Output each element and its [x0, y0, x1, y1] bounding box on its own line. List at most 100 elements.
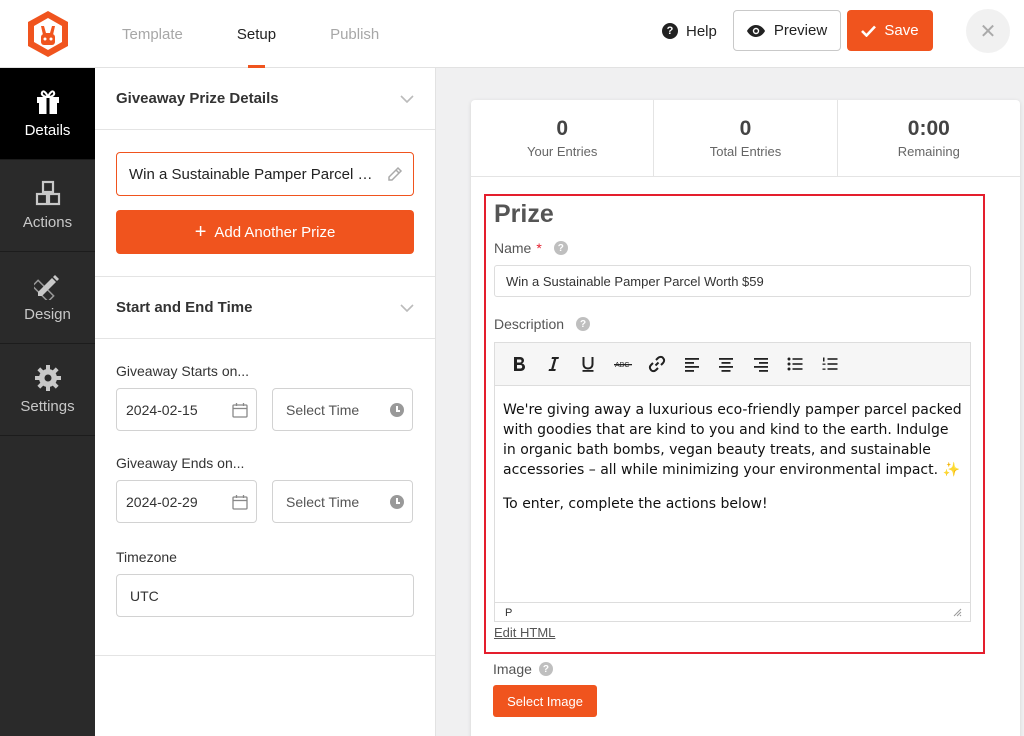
element-path: P: [505, 606, 513, 619]
timezone-select[interactable]: UTC: [116, 574, 414, 617]
prize-name-field[interactable]: Win a Sustainable Pamper Parcel Worth $5…: [116, 152, 414, 196]
image-label-text: Image: [493, 661, 532, 677]
tab-setup[interactable]: Setup: [210, 0, 303, 68]
rich-text-editor: ABC We're giving away a luxurious eco-fr…: [494, 342, 971, 622]
sidebar-item-label: Design: [24, 306, 71, 323]
align-left-button[interactable]: [675, 349, 710, 379]
description-label-text: Description: [494, 316, 565, 332]
cubes-icon: [35, 180, 60, 206]
close-icon: ✕: [979, 20, 997, 43]
add-prize-label: Add Another Prize: [214, 223, 336, 241]
help-link[interactable]: ? Help: [662, 18, 717, 44]
stat-remaining: 0:00 Remaining: [838, 100, 1020, 176]
eye-icon: [746, 24, 765, 37]
timezone-label: Timezone: [116, 549, 177, 565]
close-button[interactable]: ✕: [966, 9, 1010, 53]
prize-name-value: Win a Sustainable Pamper Parcel Worth $5…: [129, 165, 379, 183]
stat-your-entries: 0 Your Entries: [471, 100, 655, 176]
help-icon[interactable]: ?: [553, 241, 568, 255]
pencil-icon[interactable]: [387, 166, 403, 182]
start-date-input[interactable]: 2024-02-15: [116, 388, 257, 431]
align-left-icon: [684, 358, 699, 372]
tab-publish[interactable]: Publish: [303, 0, 406, 68]
end-time-input[interactable]: Select Time: [272, 480, 413, 523]
align-center-button[interactable]: [709, 349, 744, 379]
end-date-value: 2024-02-29: [126, 493, 198, 510]
link-button[interactable]: [640, 349, 675, 379]
clock-icon: [390, 402, 404, 417]
question-circle-icon: ?: [662, 23, 678, 39]
prize-details-header[interactable]: Giveaway Prize Details: [95, 68, 435, 130]
timezone-value: UTC: [130, 587, 159, 604]
prize-editor-highlight: Prize Name * ? Win a Sustainable Pamper …: [484, 194, 985, 654]
editor-content[interactable]: We're giving away a luxurious eco-friend…: [495, 386, 970, 602]
start-end-time-body: Giveaway Starts on... 2024-02-15 Select …: [95, 363, 435, 656]
help-icon[interactable]: ?: [538, 662, 553, 676]
plus-icon: +: [194, 221, 207, 243]
sidebar-item-label: Details: [24, 122, 71, 139]
name-label: Name * ?: [494, 240, 568, 256]
start-time-input[interactable]: Select Time: [272, 388, 413, 431]
description-paragraph: To enter, complete the actions below!: [503, 496, 768, 512]
top-bar: Template Setup Publish ? Help Preview Sa…: [0, 0, 1024, 68]
select-image-button[interactable]: Select Image: [493, 685, 597, 717]
strikethrough-button[interactable]: ABC: [606, 349, 641, 379]
save-label: Save: [884, 22, 919, 39]
edit-html-link[interactable]: Edit HTML: [494, 625, 555, 640]
sidebar-item-actions[interactable]: Actions: [0, 160, 95, 252]
align-right-button[interactable]: [744, 349, 779, 379]
stat-label: Total Entries: [709, 144, 782, 159]
gear-icon: [34, 365, 61, 391]
add-another-prize-button[interactable]: + Add Another Prize: [116, 210, 414, 254]
save-button[interactable]: Save: [847, 10, 933, 51]
starts-label: Giveaway Starts on...: [116, 363, 250, 379]
numbered-list-button[interactable]: [813, 349, 848, 379]
numbered-list-icon: [822, 357, 838, 370]
end-date-input[interactable]: 2024-02-29: [116, 480, 257, 523]
sidebar: Details Actions Design Settings: [0, 68, 95, 736]
sidebar-item-details[interactable]: Details: [0, 68, 95, 160]
start-time-placeholder: Select Time: [286, 401, 360, 418]
bullet-list-button[interactable]: [778, 349, 813, 379]
clock-icon: [390, 494, 404, 509]
image-label: Image ?: [493, 661, 553, 677]
checkmark-icon: [861, 25, 877, 37]
italic-button[interactable]: [537, 349, 572, 379]
bold-icon: [514, 357, 526, 371]
align-center-icon: [719, 358, 734, 372]
svg-text:ABC: ABC: [615, 362, 629, 369]
stat-total-entries: 0 Total Entries: [654, 100, 838, 176]
calendar-icon: [232, 494, 248, 510]
resize-handle-icon[interactable]: [953, 608, 962, 617]
help-label: Help: [686, 22, 717, 40]
settings-panel: Giveaway Prize Details Win a Sustainable…: [95, 68, 436, 736]
pencil-ruler-icon: [33, 275, 59, 300]
section-title: Giveaway Prize Details: [116, 90, 279, 107]
start-end-time-header[interactable]: Start and End Time: [95, 277, 435, 339]
section-title: Start and End Time: [116, 299, 253, 316]
align-right-icon: [753, 358, 768, 372]
giveaway-preview-card: 0 Your Entries 0 Total Entries 0:00 Rema…: [471, 100, 1020, 736]
bullet-list-icon: [787, 357, 803, 371]
stat-label: Remaining: [897, 144, 960, 159]
help-icon[interactable]: ?: [576, 317, 591, 331]
logo: [0, 0, 95, 68]
entries-stats: 0 Your Entries 0 Total Entries 0:00 Rema…: [471, 100, 1020, 177]
bold-button[interactable]: [502, 349, 537, 379]
end-time-placeholder: Select Time: [286, 493, 360, 510]
sidebar-item-label: Actions: [22, 214, 73, 231]
sidebar-item-design[interactable]: Design: [0, 252, 95, 344]
chevron-down-icon: [400, 94, 414, 103]
stat-label: Your Entries: [526, 144, 598, 159]
sidebar-item-settings[interactable]: Settings: [0, 344, 95, 436]
preview-button[interactable]: Preview: [733, 10, 841, 51]
required-asterisk: *: [536, 240, 542, 256]
prize-name-input-value: Win a Sustainable Pamper Parcel Worth $5…: [506, 273, 764, 289]
tab-template[interactable]: Template: [95, 0, 210, 68]
gift-icon: [36, 90, 59, 114]
underline-icon: [582, 357, 594, 372]
calendar-icon: [232, 402, 248, 418]
underline-button[interactable]: [571, 349, 606, 379]
sidebar-item-label: Settings: [20, 398, 75, 415]
prize-name-input[interactable]: Win a Sustainable Pamper Parcel Worth $5…: [494, 265, 971, 297]
